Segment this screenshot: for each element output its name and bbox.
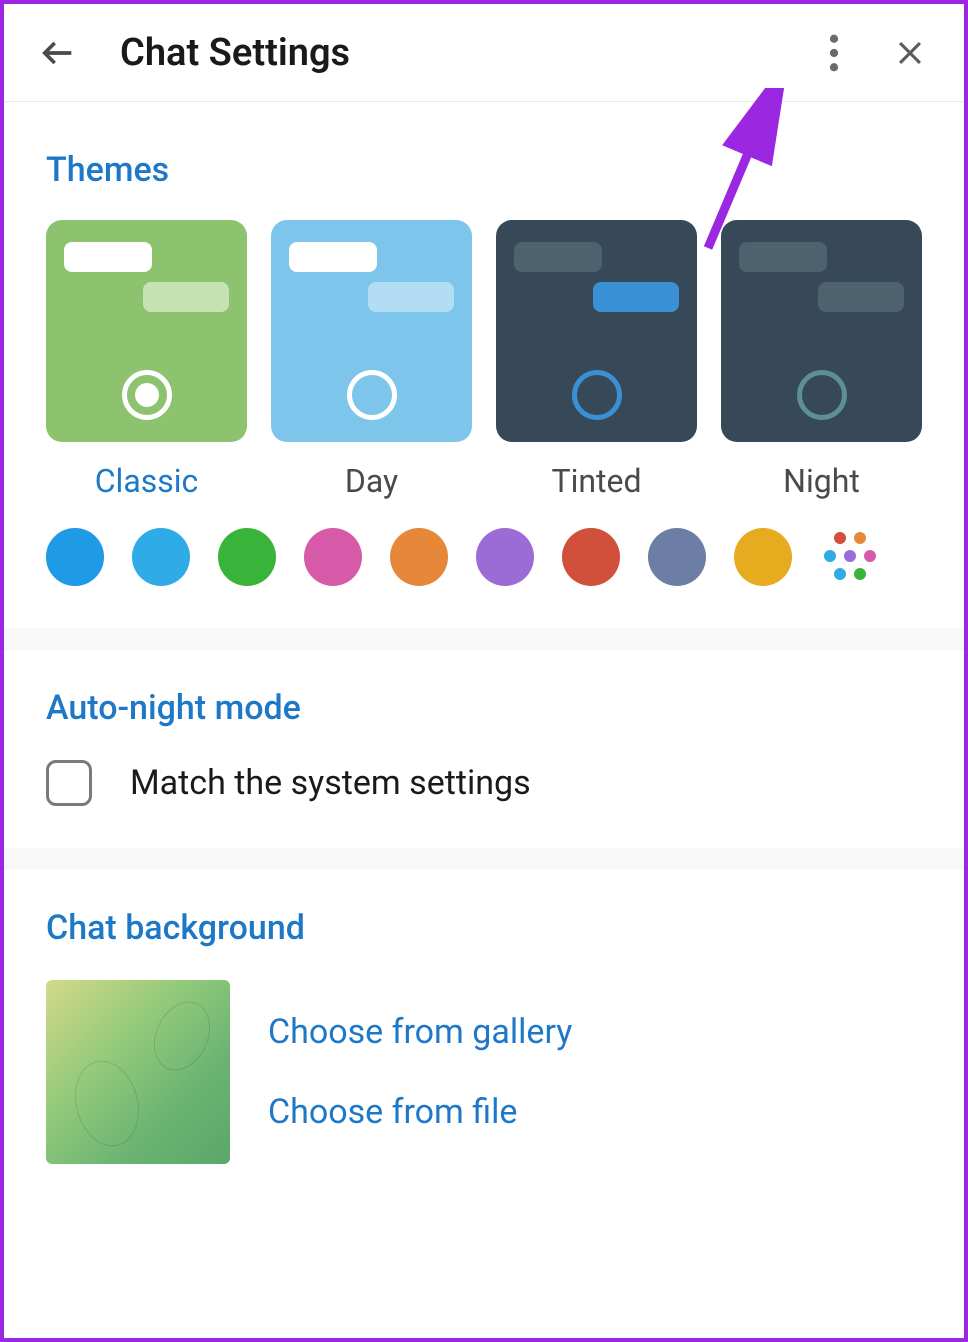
themes-section: Themes Classic Day [4,102,964,628]
theme-preview [496,220,697,442]
match-system-checkbox[interactable] [46,760,92,806]
page-title: Chat Settings [120,31,350,75]
color-swatch-6[interactable] [562,528,620,586]
theme-option-classic[interactable]: Classic [46,220,247,500]
theme-option-night[interactable]: Night [721,220,922,500]
theme-preview [271,220,472,442]
background-thumbnail[interactable] [46,980,230,1164]
theme-option-tinted[interactable]: Tinted [496,220,697,500]
color-swatch-2[interactable] [218,528,276,586]
color-swatch-4[interactable] [390,528,448,586]
header: Chat Settings [4,4,964,102]
color-swatches-row [46,528,922,586]
chat-background-section: Chat background Choose from gallery Choo… [4,870,964,1206]
choose-from-gallery-link[interactable]: Choose from gallery [268,1012,572,1052]
back-button[interactable] [34,29,82,77]
match-system-label: Match the system settings [130,763,531,803]
color-swatch-7[interactable] [648,528,706,586]
close-button[interactable] [886,29,934,77]
theme-preview [721,220,922,442]
chat-background-heading: Chat background [46,908,922,948]
color-swatch-5[interactable] [476,528,534,586]
arrow-left-icon [38,33,78,73]
color-swatch-8[interactable] [734,528,792,586]
color-swatch-1[interactable] [132,528,190,586]
color-swatch-custom[interactable] [820,528,878,586]
theme-preview [46,220,247,442]
theme-label: Day [271,462,472,500]
theme-label: Classic [46,462,247,500]
auto-night-section: Auto-night mode Match the system setting… [4,650,964,848]
close-icon [893,36,927,70]
theme-option-day[interactable]: Day [271,220,472,500]
theme-label: Tinted [496,462,697,500]
theme-label: Night [721,462,922,500]
auto-night-heading: Auto-night mode [46,688,922,728]
choose-from-file-link[interactable]: Choose from file [268,1092,572,1132]
color-swatch-3[interactable] [304,528,362,586]
dots-vertical-icon [829,34,839,72]
more-options-button[interactable] [810,29,858,77]
color-swatch-0[interactable] [46,528,104,586]
themes-heading: Themes [46,150,922,190]
